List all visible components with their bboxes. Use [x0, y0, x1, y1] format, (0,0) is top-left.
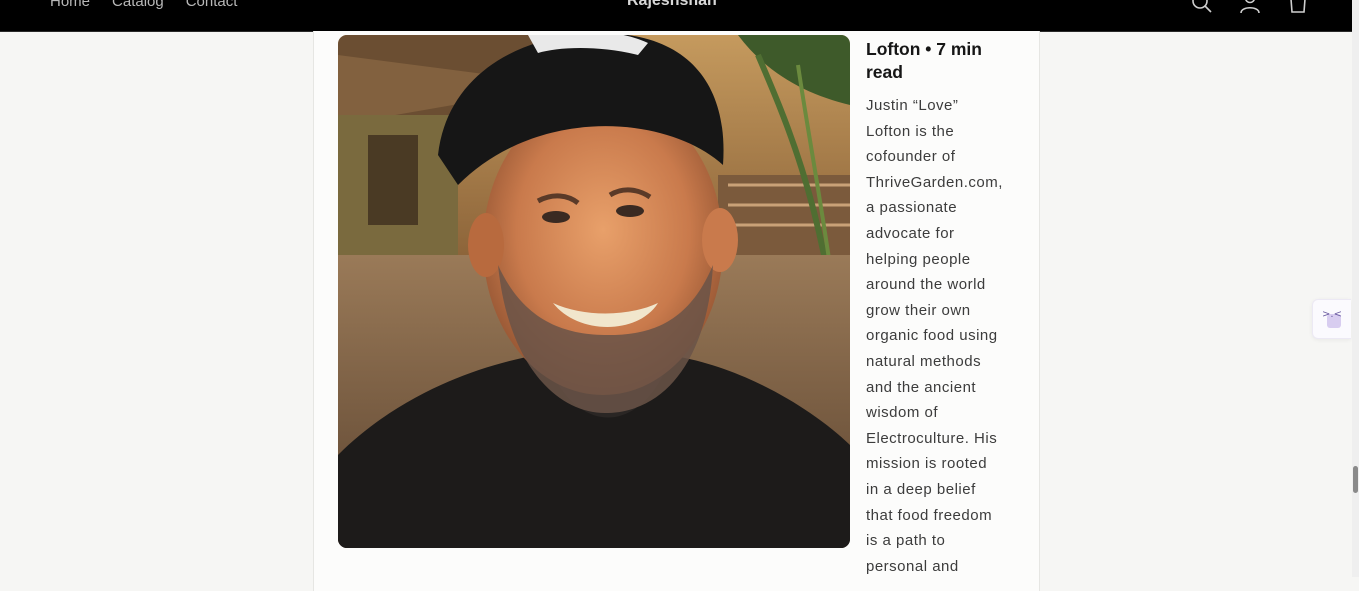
- bio-line: Electroculture. His: [866, 429, 998, 447]
- site-header: Home Catalog Contact Rajeshshah: [0, 0, 1352, 32]
- search-icon[interactable]: [1190, 0, 1214, 15]
- bio-line: Justin “Love”: [866, 97, 959, 114]
- header-icons: [1190, 0, 1310, 15]
- nav-link-catalog[interactable]: Catalog: [112, 0, 164, 10]
- bio-line: grow their own: [866, 301, 971, 319]
- bio-line: cofounder of: [866, 148, 956, 166]
- bio-line: wisdom of: [866, 404, 939, 422]
- bio-line: organic food using: [866, 327, 998, 345]
- bio-line: is a path to: [866, 532, 946, 550]
- main-nav: Home Catalog Contact: [50, 0, 237, 10]
- widget-glyph: >.<: [1322, 309, 1342, 320]
- bio-line: helping people: [866, 250, 971, 268]
- floating-widget-button[interactable]: >.<: [1312, 299, 1351, 339]
- site-logo-text[interactable]: Rajeshshah: [627, 0, 717, 10]
- bio-line: and the ancient: [866, 378, 977, 396]
- bio-line: mission is rooted: [866, 455, 988, 473]
- article-title: Lofton • 7 min read: [866, 38, 1026, 84]
- author-bio: Justin “Love” Lofton is the cofounder of…: [866, 93, 1026, 579]
- bio-line: personal and: [866, 557, 959, 575]
- bio-line: that food freedom: [866, 506, 993, 524]
- nav-link-home[interactable]: Home: [50, 0, 90, 10]
- nav-link-contact[interactable]: Contact: [186, 0, 238, 10]
- bio-line: advocate for: [866, 224, 955, 242]
- author-photo: [338, 35, 850, 548]
- portrait-photo: [338, 35, 850, 548]
- widget-face-icon: >.<: [1322, 309, 1342, 328]
- bio-line: a passionate: [866, 199, 958, 217]
- bio-line: ThriveGarden.com,: [866, 173, 1003, 191]
- scrollbar-thumb[interactable]: [1353, 466, 1358, 493]
- bio-line: natural methods: [866, 352, 982, 370]
- bio-line: in a deep belief: [866, 480, 976, 498]
- bio-line: around the world: [866, 276, 986, 294]
- cart-icon[interactable]: [1286, 0, 1310, 15]
- article-text: Lofton • 7 min read Justin “Love” Lofton…: [866, 38, 1026, 579]
- article-title-line-1: Lofton • 7 min: [866, 39, 982, 59]
- article-title-line-2: read: [866, 62, 903, 82]
- bio-line: Lofton is the: [866, 122, 955, 140]
- account-icon[interactable]: [1238, 0, 1262, 15]
